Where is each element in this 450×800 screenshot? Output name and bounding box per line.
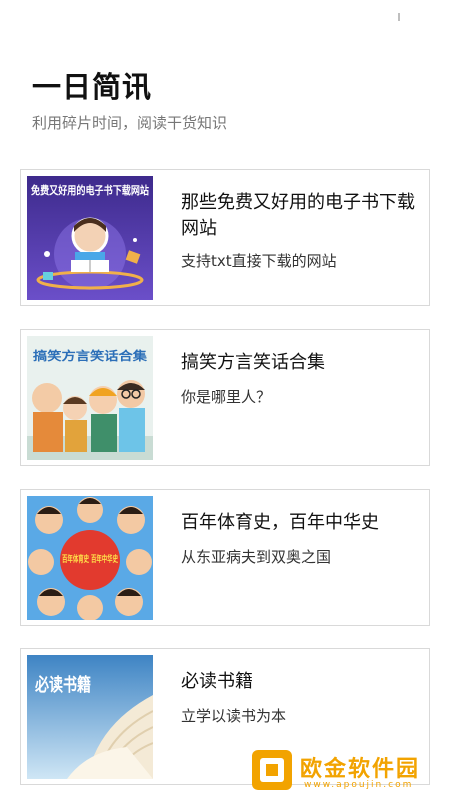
watermark-url: www.apoujin.com	[304, 780, 414, 790]
article-title: 必读书籍	[181, 671, 253, 692]
thumbnail-caption: 搞笑方言笑话合集	[33, 348, 148, 363]
watermark-logo: 欧金软件园 www.apoujin.com	[250, 748, 446, 796]
article-title: 搞笑方言笑话合集	[181, 352, 325, 373]
article-title: 那些免费又好用的电子书下载网站	[181, 192, 415, 239]
article-thumbnail[interactable]: 必读书籍	[27, 655, 153, 779]
article-thumbnail[interactable]: 搞笑方言笑话合集	[27, 336, 153, 460]
article-card-sports-history[interactable]: 百年体育史 百年中华史 百年体育史，百年中华史 从东亚病夫到双奥之国	[20, 489, 430, 626]
article-title: 百年体育史，百年中华史	[181, 512, 379, 533]
thumbnail-caption: 免费又好用的电子书下载网站	[31, 183, 149, 197]
watermark-icon	[252, 750, 292, 790]
status-indicator	[398, 13, 400, 21]
article-thumbnail[interactable]: 免费又好用的电子书下载网站	[27, 176, 153, 300]
article-description: 立学以读书为本	[181, 707, 287, 725]
thumbnail-caption: 百年体育史 百年中华史	[62, 553, 119, 565]
page-title: 一日简讯	[32, 70, 153, 104]
article-description: 支持txt直接下载的网站	[181, 252, 337, 270]
article-card-dialect-jokes[interactable]: 搞笑方言笑话合集 搞笑方言笑话合集 你是哪里人？	[20, 329, 430, 466]
watermark-name: 欧金软件园	[300, 757, 421, 782]
article-description: 从东亚病夫到双奥之国	[181, 548, 332, 566]
page-subtitle: 利用碎片时间，阅读干货知识	[32, 114, 228, 132]
article-thumbnail[interactable]: 百年体育史 百年中华史	[27, 496, 153, 620]
article-card-ebook-sites[interactable]: 免费又好用的电子书下载网站 那些免费又好用的电子书下载网站 支持txt直接下载的…	[20, 169, 430, 306]
thumbnail-caption: 必读书籍	[34, 674, 91, 696]
article-description: 你是哪里人？	[181, 388, 272, 406]
